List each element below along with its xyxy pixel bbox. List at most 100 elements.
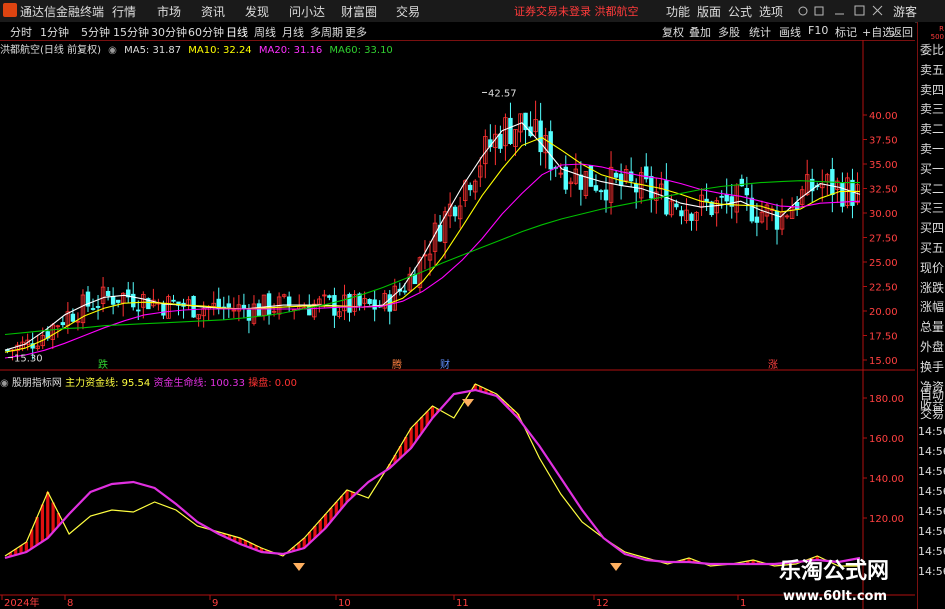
fund-bar xyxy=(40,504,45,542)
candle-body xyxy=(578,174,584,190)
candle-body xyxy=(468,184,473,191)
candle-body xyxy=(327,295,332,298)
date-tick-label: 2024年 xyxy=(4,596,39,609)
trade-time: 14:56 xyxy=(918,525,945,538)
candle-body xyxy=(60,322,66,326)
low-price-label: 15.30 xyxy=(14,354,43,365)
indicator-name[interactable]: 股朋指标网 xyxy=(12,378,62,389)
candle-body xyxy=(286,296,292,306)
candle-body xyxy=(115,299,121,303)
date-tick-label: 11 xyxy=(456,598,469,609)
candle-body xyxy=(719,195,724,198)
candle-body xyxy=(709,201,714,216)
candle-body xyxy=(840,182,845,207)
price-tick-label: 27.50 xyxy=(869,234,898,245)
candle-body xyxy=(95,306,101,308)
indicator-tick-label: 120.00 xyxy=(869,514,904,525)
event-tag: 涨 xyxy=(768,359,778,371)
price-tick-label: 37.50 xyxy=(869,136,898,147)
quote-row-label: 卖二 xyxy=(920,122,945,137)
price-tick-label: 32.50 xyxy=(869,185,898,196)
candle-body xyxy=(498,133,503,149)
high-price-label: 42.57 xyxy=(488,88,517,99)
indicator-tick-label: 140.00 xyxy=(869,474,904,485)
event-tag: 腾 xyxy=(392,358,402,371)
r-label: R 500 xyxy=(930,25,944,41)
candle-body xyxy=(256,303,262,316)
trade-time: 14:56 xyxy=(918,485,945,498)
candle-body xyxy=(90,308,96,310)
candle-body xyxy=(266,293,272,316)
quote-row-label: 买四 xyxy=(920,221,945,236)
fund-bar xyxy=(51,502,55,532)
signal-diamond xyxy=(610,563,622,571)
price-tick-label: 35.00 xyxy=(869,160,898,171)
price-tick-label: 15.00 xyxy=(869,356,898,367)
main-fund-value: 主力资金线: 95.54 xyxy=(65,378,151,389)
candle-body xyxy=(161,303,166,316)
life-line-value: 资金生命线: 100.33 xyxy=(153,378,246,389)
candle-body xyxy=(744,188,750,196)
fund-bar xyxy=(46,492,50,538)
price-y-axis: 40.00 37.50 35.00 32.50 30.00 27.50 25.00 22.50… xyxy=(863,111,898,367)
price-tick-label: 25.00 xyxy=(869,258,898,269)
trade-time: 14:56 xyxy=(918,465,945,478)
price-tick-label: 40.00 xyxy=(869,111,898,122)
indicator-panel xyxy=(4,383,861,571)
quote-row-label: 总量 xyxy=(920,320,945,335)
candle-body xyxy=(131,293,136,308)
quote-row-label: 买二 xyxy=(920,181,945,196)
candle-body xyxy=(613,172,619,178)
date-tick-label: 10 xyxy=(338,598,351,609)
right-quote-panel: 委比 卖五 卖四 卖三 卖二 卖一 买一 买二 买三 买四 买五 现价 涨跌 涨幅 总量 外盘 换手 净资 收益 自动… xyxy=(917,22,945,609)
indicator-tick-label: 180.00 xyxy=(869,394,904,405)
quote-row-label: 买三 xyxy=(920,201,945,216)
panel-tab[interactable]: 自动 xyxy=(920,386,944,405)
quote-row-label: 卖三 xyxy=(920,102,945,117)
ma-line-ma10 xyxy=(4,136,860,353)
panel-tab[interactable]: 交易 xyxy=(920,405,944,424)
quote-row-label: 涨幅 xyxy=(920,300,945,315)
ma-lines xyxy=(4,122,861,359)
candle-body xyxy=(603,189,609,201)
candle-body xyxy=(105,290,111,297)
chart-area[interactable]: 40.00 37.50 35.00 32.50 30.00 27.50 25.00 22.50… xyxy=(0,0,917,609)
candle-body xyxy=(538,120,543,153)
trade-time: 14:56 xyxy=(918,545,945,558)
indicator-expand-icon[interactable]: ◉ xyxy=(0,378,9,389)
candlesticks xyxy=(5,100,860,361)
candle-body xyxy=(548,131,553,170)
price-tick-label: 30.00 xyxy=(869,209,898,220)
indicator-y-axis: 180.00 160.00 140.00 120.00 xyxy=(863,394,904,525)
quote-row-label: 外盘 xyxy=(920,340,945,354)
candle-body xyxy=(136,309,141,312)
quote-row-label: 买五 xyxy=(920,241,945,255)
trade-time: 14:56 xyxy=(918,565,945,578)
date-tick-label: 12 xyxy=(596,598,609,609)
candle-body xyxy=(754,216,760,223)
trade-time: 14:56 xyxy=(918,425,945,438)
candle-body xyxy=(593,185,599,191)
ma-line-ma5 xyxy=(4,122,861,351)
candle-body xyxy=(689,213,694,221)
price-markers: 42.57 15.30 跌 腾 财 涨 xyxy=(8,88,778,371)
candle-body xyxy=(110,296,116,305)
candle-body xyxy=(749,197,755,222)
candle-body xyxy=(246,309,252,321)
quote-row-label: 换手 xyxy=(920,359,945,374)
quote-row-label: 现价 xyxy=(920,260,945,275)
candle-body xyxy=(452,206,458,217)
event-tag: 跌 xyxy=(98,358,108,371)
quote-row-label: 卖五 xyxy=(920,62,945,77)
operate-value: 操盘: 0.00 xyxy=(248,378,298,389)
date-x-axis: 2024年 8 9 10 11 12 1 xyxy=(1,595,746,609)
candle-body xyxy=(674,203,679,208)
quote-row-label: 委比 xyxy=(920,43,945,57)
candle-body xyxy=(171,299,176,302)
candle-body xyxy=(774,210,780,230)
candle-body xyxy=(372,299,377,310)
candle-body xyxy=(598,190,604,193)
price-tick-label: 17.50 xyxy=(869,332,898,343)
quote-row-label: 买一 xyxy=(920,161,945,176)
date-tick-label: 1 xyxy=(740,598,746,609)
